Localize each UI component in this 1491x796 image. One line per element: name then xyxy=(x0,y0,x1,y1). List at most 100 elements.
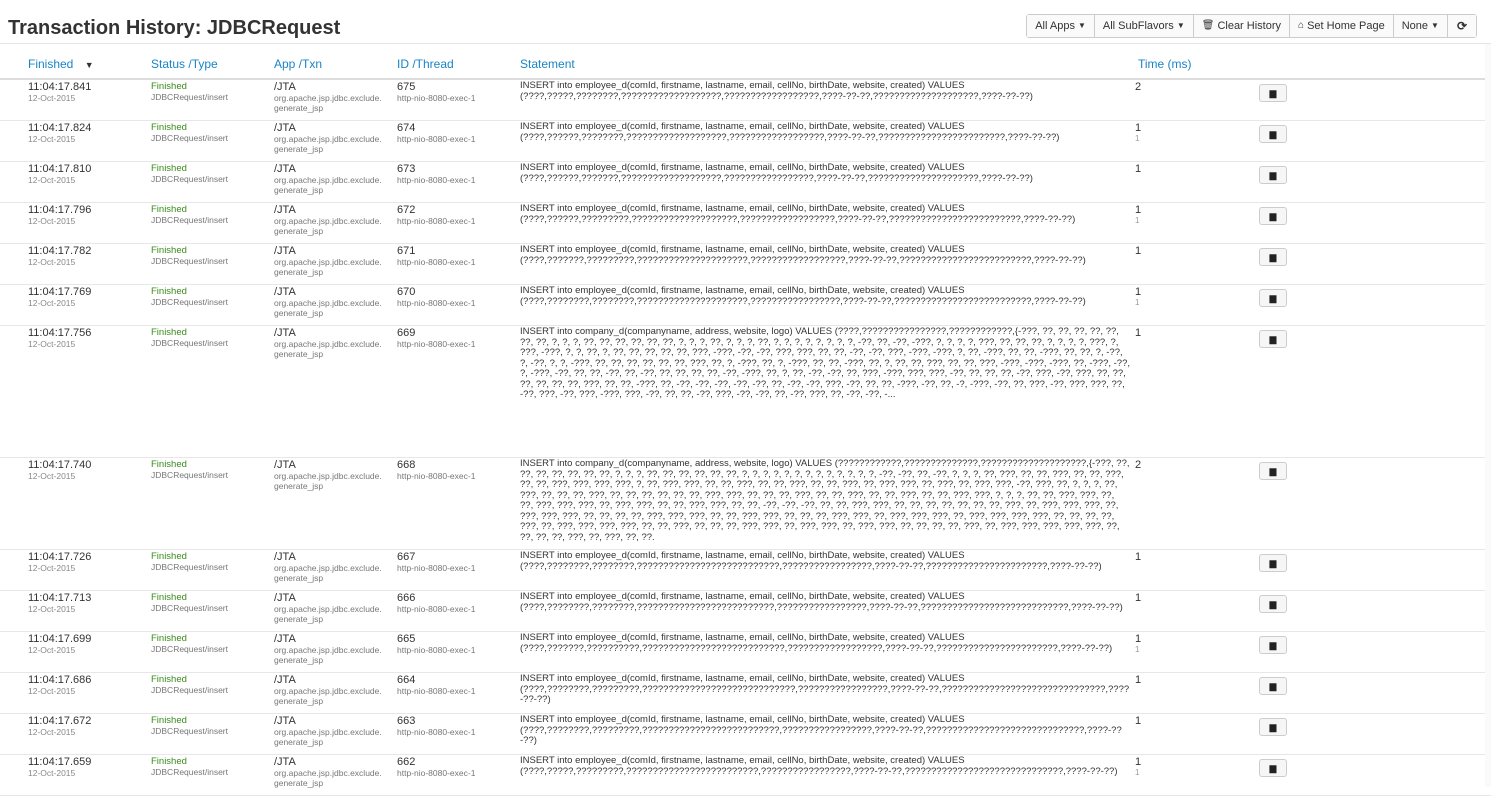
view-details-button[interactable]: ▆ xyxy=(1259,595,1287,613)
status-text: Finished xyxy=(151,286,187,297)
statement-cell: INSERT into employee_d(comId, firstname,… xyxy=(520,244,1130,266)
refresh-button[interactable]: ⟳ xyxy=(1446,15,1476,37)
all-subflavors-label: All SubFlavors xyxy=(1102,20,1174,32)
time-cell: 11 xyxy=(1135,286,1175,307)
view-details-button[interactable]: ▆ xyxy=(1259,125,1287,143)
table-row[interactable]: 11:04:17.824 12-Oct-2015 Finished JDBCReque… xyxy=(0,121,1491,162)
column-header-statement[interactable]: Statement xyxy=(520,57,575,71)
app-text: /JTA xyxy=(274,674,296,686)
page-title: Transaction History: JDBCRequest xyxy=(8,17,341,39)
id-thread-cell: 670 http-nio-8080-exec-1 xyxy=(397,286,512,308)
time-ms: 1 xyxy=(1135,204,1142,216)
finished-date: 12-Oct-2015 xyxy=(28,768,76,778)
table-row[interactable]: 11:04:17.699 12-Oct-2015 Finished JDBCReque… xyxy=(0,632,1491,673)
view-details-button[interactable]: ▆ xyxy=(1259,718,1287,736)
table-row[interactable]: 11:04:17.713 12-Oct-2015 Finished JDBCReque… xyxy=(0,591,1491,632)
id-text: 675 xyxy=(397,81,416,93)
time-ms: 2 xyxy=(1135,81,1142,93)
all-subflavors-dropdown[interactable]: All SubFlavors ▼ xyxy=(1093,15,1193,37)
time-cell: 1 xyxy=(1135,592,1175,604)
id-thread-cell: 673 http-nio-8080-exec-1 xyxy=(397,163,512,185)
row-actions: ▆ xyxy=(1259,718,1287,736)
txn-text: org.apache.jsp.jdbc.exclude. xyxy=(274,727,382,737)
status-cell: Finished JDBCRequest/insert xyxy=(151,245,261,266)
table-row[interactable]: 11:04:17.796 12-Oct-2015 Finished JDBCReque… xyxy=(0,203,1491,244)
table-row[interactable]: 11:04:17.740 12-Oct-2015 Finished JDBCReque… xyxy=(0,458,1491,550)
type-text: JDBCRequest/insert xyxy=(151,644,229,654)
database-icon: ▆ xyxy=(1269,333,1277,344)
row-actions: ▆ xyxy=(1259,636,1287,654)
status-cell: Finished JDBCRequest/insert xyxy=(151,756,261,777)
row-actions: ▆ xyxy=(1259,207,1287,225)
statement-cell: INSERT into employee_d(comId, firstname,… xyxy=(520,755,1130,777)
id-thread-cell: 672 http-nio-8080-exec-1 xyxy=(397,204,512,226)
txn-text: org.apache.jsp.jdbc.exclude. xyxy=(274,339,382,349)
clear-history-button[interactable]: 🗑 Clear History xyxy=(1192,15,1290,37)
view-details-button[interactable]: ▆ xyxy=(1259,289,1287,307)
column-header-id-thread[interactable]: ID /Thread xyxy=(397,57,454,71)
status-text: Finished xyxy=(151,81,187,92)
app-text: /JTA xyxy=(274,163,296,175)
status-cell: Finished JDBCRequest/insert xyxy=(151,327,261,348)
statement-text: INSERT into employee_d(comId, firstname,… xyxy=(520,673,1130,705)
type-text: JDBCRequest/insert xyxy=(151,767,229,777)
id-thread-cell: 675 http-nio-8080-exec-1 xyxy=(397,81,512,103)
finished-cell: 11:04:17.686 12-Oct-2015 xyxy=(28,674,138,696)
none-dropdown[interactable]: None ▼ xyxy=(1392,15,1447,37)
statement-text: INSERT into employee_d(comId, firstname,… xyxy=(520,162,1033,184)
finished-time: 11:04:17.796 xyxy=(28,204,92,216)
table-row[interactable]: 11:04:17.841 12-Oct-2015 Finished JDBCReque… xyxy=(0,80,1491,121)
txn-text-2: generate_jsp xyxy=(274,696,324,706)
database-icon: ▆ xyxy=(1269,210,1277,221)
view-details-button[interactable]: ▆ xyxy=(1259,759,1287,777)
table-row[interactable]: 11:04:17.782 12-Oct-2015 Finished JDBCReque… xyxy=(0,244,1491,285)
statement-text: INSERT into employee_d(comId, firstname,… xyxy=(520,203,1076,225)
home-icon: ⌂ xyxy=(1298,20,1305,31)
finished-date: 12-Oct-2015 xyxy=(28,604,76,614)
table-row[interactable]: 11:04:17.810 12-Oct-2015 Finished JDBCReque… xyxy=(0,162,1491,203)
column-header-finished[interactable]: Finished ▼ xyxy=(28,57,94,71)
app-text: /JTA xyxy=(274,81,296,93)
finished-date: 12-Oct-2015 xyxy=(28,471,76,481)
time-ms: 2 xyxy=(1135,459,1142,471)
table-row[interactable]: 11:04:17.726 12-Oct-2015 Finished JDBCReque… xyxy=(0,550,1491,591)
column-header-status-type[interactable]: Status /Type xyxy=(151,57,218,71)
status-cell: Finished JDBCRequest/insert xyxy=(151,163,261,184)
all-apps-dropdown[interactable]: All Apps ▼ xyxy=(1027,15,1094,37)
type-text: JDBCRequest/insert xyxy=(151,603,229,613)
database-icon: ▆ xyxy=(1269,557,1277,568)
table-row[interactable]: 11:04:17.672 12-Oct-2015 Finished JDBCReque… xyxy=(0,714,1491,755)
thread-text: http-nio-8080-exec-1 xyxy=(397,298,476,308)
table-row[interactable]: 11:04:17.769 12-Oct-2015 Finished JDBCReque… xyxy=(0,285,1491,326)
view-details-button[interactable]: ▆ xyxy=(1259,677,1287,695)
column-header-app-txn[interactable]: App /Txn xyxy=(274,57,322,71)
status-text: Finished xyxy=(151,674,187,685)
row-actions: ▆ xyxy=(1259,462,1287,480)
id-thread-cell: 662 http-nio-8080-exec-1 xyxy=(397,756,512,778)
view-details-button[interactable]: ▆ xyxy=(1259,554,1287,572)
id-text: 673 xyxy=(397,163,416,175)
scrollbar-track[interactable] xyxy=(1485,44,1491,787)
time-cell: 11 xyxy=(1135,756,1175,777)
table-row[interactable]: 11:04:17.756 12-Oct-2015 Finished JDBCReque… xyxy=(0,326,1491,458)
set-home-page-button[interactable]: ⌂ Set Home Page xyxy=(1289,15,1393,37)
statement-cell: INSERT into company_d(companyname, addre… xyxy=(520,326,1130,401)
view-details-button[interactable]: ▆ xyxy=(1259,207,1287,225)
table-row[interactable]: 11:04:17.659 12-Oct-2015 Finished JDBCReque… xyxy=(0,755,1491,796)
finished-cell: 11:04:17.740 12-Oct-2015 xyxy=(28,459,138,481)
time-cell: 2 xyxy=(1135,459,1175,471)
view-details-button[interactable]: ▆ xyxy=(1259,166,1287,184)
id-thread-cell: 663 http-nio-8080-exec-1 xyxy=(397,715,512,737)
table-row[interactable]: 11:04:17.686 12-Oct-2015 Finished JDBCReque… xyxy=(0,673,1491,714)
column-header-time[interactable]: Time (ms) xyxy=(1138,57,1192,71)
view-details-button[interactable]: ▆ xyxy=(1259,248,1287,266)
view-details-button[interactable]: ▆ xyxy=(1259,462,1287,480)
view-details-button[interactable]: ▆ xyxy=(1259,330,1287,348)
view-details-button[interactable]: ▆ xyxy=(1259,84,1287,102)
none-label: None xyxy=(1401,20,1429,32)
database-icon: ▆ xyxy=(1269,598,1277,609)
view-details-button[interactable]: ▆ xyxy=(1259,636,1287,654)
app-txn-cell: /JTA org.apache.jsp.jdbc.exclude. generate… xyxy=(274,122,399,154)
id-text: 663 xyxy=(397,715,416,727)
id-thread-cell: 671 http-nio-8080-exec-1 xyxy=(397,245,512,267)
